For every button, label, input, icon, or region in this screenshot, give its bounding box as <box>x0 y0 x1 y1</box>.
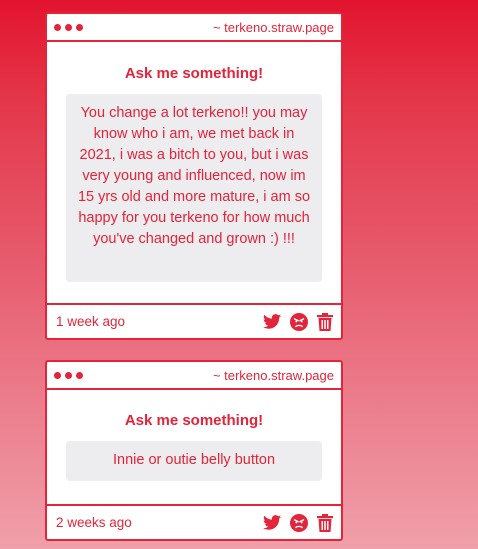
question-card: ~ terkeno.straw.page Ask me something! I… <box>45 360 343 541</box>
question-text: You change a lot terkeno!! you may know … <box>66 94 322 282</box>
card-body: Ask me something! Innie or outie belly b… <box>47 390 341 481</box>
question-card: ~ terkeno.straw.page Ask me something! Y… <box>45 12 343 340</box>
site-domain: ~ terkeno.straw.page <box>212 19 334 35</box>
window-dots <box>54 371 83 379</box>
twitter-icon[interactable] <box>263 515 281 530</box>
card-heading: Ask me something! <box>124 412 264 429</box>
dot-icon <box>65 23 72 31</box>
card-titlebar: ~ terkeno.straw.page <box>47 362 341 390</box>
angry-face-icon[interactable] <box>290 312 308 331</box>
card-footer: 1 week ago <box>47 303 341 338</box>
timestamp: 2 weeks ago <box>56 515 132 530</box>
card-actions <box>263 312 333 331</box>
window-dots <box>54 23 83 31</box>
dot-icon <box>54 371 61 379</box>
dot-icon <box>76 371 83 379</box>
card-footer: 2 weeks ago <box>47 504 341 539</box>
twitter-icon[interactable] <box>263 314 281 329</box>
question-text: Innie or outie belly button <box>66 441 322 481</box>
angry-face-icon[interactable] <box>290 513 308 532</box>
site-domain: ~ terkeno.straw.page <box>212 367 334 383</box>
card-titlebar: ~ terkeno.straw.page <box>47 14 341 42</box>
card-heading: Ask me something! <box>124 65 264 82</box>
card-actions <box>263 513 333 532</box>
dot-icon <box>76 23 83 31</box>
dot-icon <box>65 371 72 379</box>
trash-icon[interactable] <box>317 312 333 331</box>
card-body: Ask me something! You change a lot terke… <box>47 42 341 282</box>
dot-icon <box>54 23 61 31</box>
trash-icon[interactable] <box>317 513 333 532</box>
timestamp: 1 week ago <box>56 314 126 329</box>
